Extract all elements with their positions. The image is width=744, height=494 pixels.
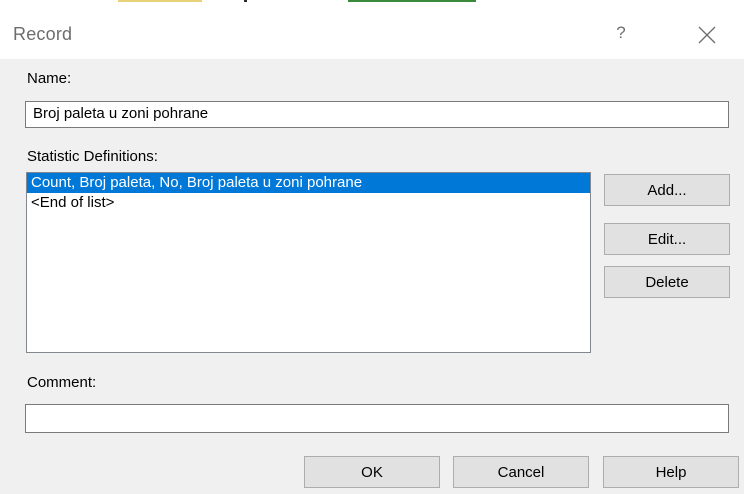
background-strip-segment [118, 0, 202, 2]
cancel-button[interactable]: Cancel [453, 456, 589, 488]
add-button[interactable]: Add... [604, 174, 730, 206]
background-strip-segment [244, 0, 247, 2]
list-item[interactable]: <End of list> [27, 193, 590, 213]
dialog-title: Record [13, 24, 73, 44]
name-input[interactable]: Broj paleta u zoni pohrane [25, 101, 729, 128]
dialog-titlebar: Record ? [0, 9, 744, 59]
delete-button[interactable]: Delete [604, 266, 730, 298]
list-item[interactable]: Count, Broj paleta, No, Broj paleta u zo… [27, 173, 590, 193]
edit-button[interactable]: Edit... [604, 223, 730, 255]
ok-button[interactable]: OK [304, 456, 440, 488]
comment-input[interactable] [25, 404, 729, 433]
statistic-definitions-list[interactable]: Count, Broj paleta, No, Broj paleta u zo… [26, 172, 591, 353]
statistic-definitions-label: Statistic Definitions: [27, 148, 158, 165]
help-button[interactable]: Help [603, 456, 739, 488]
comment-label: Comment: [27, 374, 97, 391]
help-icon[interactable]: ? [606, 18, 636, 48]
close-icon[interactable] [690, 19, 724, 49]
name-label: Name: [27, 70, 72, 87]
background-strip-segment [348, 0, 476, 2]
background-window-strip [0, 0, 744, 9]
dialog-body: Name: Broj paleta u zoni pohrane Statist… [0, 59, 744, 494]
